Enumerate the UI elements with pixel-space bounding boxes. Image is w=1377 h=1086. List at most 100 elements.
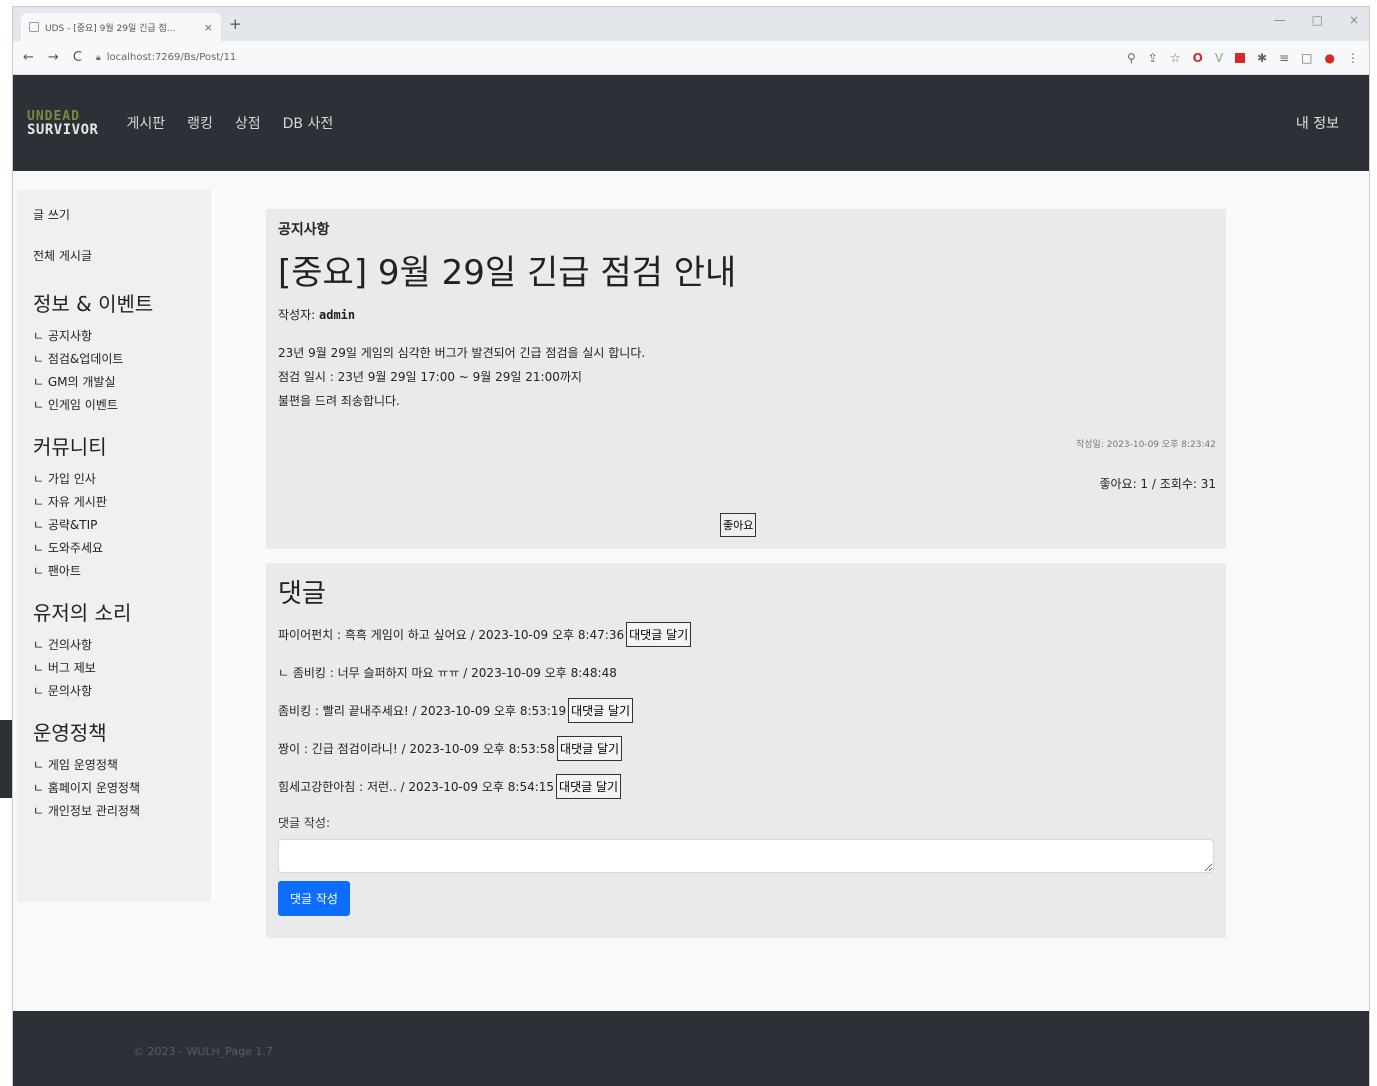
sidebar-group-community: 커뮤니티 ㄴ 가입 인사 ㄴ 자유 게시판 ㄴ 공략&TIP ㄴ 도와주세요 ㄴ… — [33, 431, 195, 579]
maximize-icon[interactable]: □ — [1312, 13, 1323, 27]
close-window-icon[interactable]: × — [1349, 13, 1359, 27]
post-body-line: 23년 9월 29일 게임의 심각한 버그가 발견되어 긴급 점검을 실시 합니… — [278, 346, 646, 360]
comment-row: 좀비킹 : 빨리 끝내주세요! / 2023-10-09 오후 8:53:19 … — [278, 696, 1214, 724]
zoom-icon[interactable]: ⚲ — [1127, 51, 1136, 65]
comment-row: 짱이 : 긴급 점검이라니! / 2023-10-09 오후 8:53:58 대… — [278, 734, 1214, 762]
sidebar-item-notice[interactable]: ㄴ 공지사항 — [33, 327, 195, 344]
logo-bottom-text: SURVIVOR — [27, 121, 99, 138]
address-bar-row: ← → C 🔒︎ localhost:7269/Bs/Post/11 ⚲ ⇪ ☆… — [13, 41, 1369, 75]
tab-bar: UDS - [중요] 9월 29일 긴급 점... × + — □ × — [13, 7, 1369, 41]
sidebar-item-greeting[interactable]: ㄴ 가입 인사 — [33, 470, 195, 487]
comment-text: 힘세고강한아침 : 저런.. / 2023-10-09 오후 8:54:15 — [278, 779, 555, 794]
profile-avatar-icon[interactable]: ● — [1325, 51, 1335, 65]
sidebar-item-homepage-policy[interactable]: ㄴ 홈페이지 운영정책 — [33, 779, 195, 796]
more-menu-icon[interactable]: ⋮ — [1347, 51, 1359, 65]
sidebar-item-suggestion[interactable]: ㄴ 건의사항 — [33, 636, 195, 653]
post-stats: 좋아요: 1 / 조회수: 31 — [1099, 477, 1216, 491]
sidebar-item-ingame-event[interactable]: ㄴ 인게임 이벤트 — [33, 396, 195, 413]
lock-icon: 🔒︎ — [95, 52, 101, 63]
sidebar-item-gm-lab[interactable]: ㄴ GM의 개발실 — [33, 373, 195, 390]
sidebar-item-help[interactable]: ㄴ 도와주세요 — [33, 539, 195, 556]
comments-title: 댓글 — [278, 579, 326, 609]
url-text: localhost:7269/Bs/Post/11 — [106, 52, 237, 63]
share-icon[interactable]: ⇪ — [1148, 51, 1158, 65]
comment-text: ㄴ 좀비킹 : 너무 슬퍼하지 마요 ㅠㅠ / 2023-10-09 오후 8:… — [278, 665, 617, 680]
post-title: [중요] 9월 29일 긴급 점검 안내 — [278, 253, 737, 293]
post-panel: 공지사항 [중요] 9월 29일 긴급 점검 안내 작성자: admin 23년… — [266, 209, 1226, 549]
site-logo[interactable]: UNDEAD SURVIVOR — [27, 110, 98, 137]
nav-board[interactable]: 게시판 — [126, 113, 165, 133]
site-header: UNDEAD SURVIVOR 게시판 랭킹 상점 DB 사전 내 정보 — [13, 75, 1369, 171]
sidebar-item-fanart[interactable]: ㄴ 팬아트 — [33, 562, 195, 579]
post-body-line: 불편을 드려 죄송합니다. — [278, 394, 400, 408]
sidebar-group-title: 운영정책 — [33, 721, 107, 745]
logo-top-text: UNDEAD — [27, 108, 80, 124]
extensions-toolbar: ⚲ ⇪ ☆ O V ✱ ≡ □ ● ⋮ — [1127, 51, 1359, 65]
post-author: 작성자: admin — [278, 306, 1214, 323]
window-controls: — □ × — [1274, 13, 1359, 27]
reply-button[interactable]: 대댓글 달기 — [568, 697, 634, 723]
reload-icon[interactable]: C — [73, 50, 82, 65]
red-extension-icon[interactable] — [1235, 52, 1246, 63]
comment-row: 파이어펀치 : 흑흑 게임이 하고 싶어요 / 2023-10-09 오후 8:… — [278, 620, 1214, 648]
top-navigation: 게시판 랭킹 상점 DB 사전 — [126, 113, 333, 133]
submit-comment-button[interactable]: 댓글 작성 — [278, 881, 350, 916]
comment-row: 힘세고강한아침 : 저런.. / 2023-10-09 오후 8:54:15 대… — [278, 772, 1214, 800]
menu-list-icon[interactable]: ≡ — [1279, 51, 1289, 65]
comment-text: 짱이 : 긴급 점검이라니! / 2023-10-09 오후 8:53:58 — [278, 741, 556, 756]
sidebar-group-title: 커뮤니티 — [33, 435, 107, 459]
sidebar-item-privacy-policy[interactable]: ㄴ 개인정보 관리정책 — [33, 802, 195, 819]
new-tab-button[interactable]: + — [229, 15, 242, 33]
favicon-icon — [29, 22, 39, 32]
background-edge — [0, 720, 12, 798]
my-info-link[interactable]: 내 정보 — [1296, 113, 1339, 133]
sidebar-group-title: 정보 & 이벤트 — [33, 292, 154, 316]
comment-write-label: 댓글 작성: — [278, 816, 331, 830]
author-label: 작성자: — [278, 308, 316, 322]
sidebar-item-free-board[interactable]: ㄴ 자유 게시판 — [33, 493, 195, 510]
forward-icon[interactable]: → — [48, 50, 59, 65]
comment-input[interactable] — [278, 839, 1214, 873]
sidebar: 글 쓰기 전체 게시글 정보 & 이벤트 ㄴ 공지사항 ㄴ 점검&업데이트 ㄴ … — [17, 190, 211, 902]
reply-button[interactable]: 대댓글 달기 — [557, 735, 623, 761]
sidebar-item-maintenance[interactable]: ㄴ 점검&업데이트 — [33, 350, 195, 367]
nav-ranking[interactable]: 랭킹 — [187, 113, 213, 133]
sidebar-group-title: 유저의 소리 — [33, 601, 132, 625]
all-posts-link[interactable]: 전체 게시글 — [33, 247, 195, 264]
sidebar-group-policy: 운영정책 ㄴ 게임 운영정책 ㄴ 홈페이지 운영정책 ㄴ 개인정보 관리정책 — [33, 717, 195, 819]
reply-button[interactable]: 대댓글 달기 — [556, 773, 622, 799]
sidebar-item-inquiry[interactable]: ㄴ 문의사항 — [33, 682, 195, 699]
reply-button[interactable]: 대댓글 달기 — [626, 621, 692, 647]
post-body-line: 점검 일시 : 23년 9월 29일 17:00 ~ 9월 29일 21:00까… — [278, 370, 582, 384]
like-button[interactable]: 좋아요 — [720, 513, 757, 537]
author-name: admin — [319, 308, 356, 322]
puzzle-extension-icon[interactable]: ✱ — [1257, 51, 1267, 65]
comment-reply-row: ㄴ 좀비킹 : 너무 슬퍼하지 마요 ㅠㅠ / 2023-10-09 오후 8:… — [278, 658, 1214, 686]
sidebar-item-bug-report[interactable]: ㄴ 버그 제보 — [33, 659, 195, 676]
address-bar[interactable]: 🔒︎ localhost:7269/Bs/Post/11 — [96, 52, 1113, 63]
browser-window: UDS - [중요] 9월 29일 긴급 점... × + — □ × ← → … — [12, 6, 1370, 1086]
sidebar-item-tips[interactable]: ㄴ 공략&TIP — [33, 516, 195, 533]
sidebar-item-game-policy[interactable]: ㄴ 게임 운영정책 — [33, 756, 195, 773]
post-body: 23년 9월 29일 게임의 심각한 버그가 발견되어 긴급 점검을 실시 합니… — [278, 341, 1214, 413]
post-category: 공지사항 — [278, 222, 330, 238]
comments-panel: 댓글 파이어펀치 : 흑흑 게임이 하고 싶어요 / 2023-10-09 오후… — [266, 563, 1226, 938]
comment-text: 좀비킹 : 빨리 끝내주세요! / 2023-10-09 오후 8:53:19 — [278, 703, 567, 718]
site-footer: © 2023 - WULH_Page 1.7 — [13, 1011, 1369, 1086]
sidebar-group-info-events: 정보 & 이벤트 ㄴ 공지사항 ㄴ 점검&업데이트 ㄴ GM의 개발실 ㄴ 인게… — [33, 288, 195, 413]
footer-text: © 2023 - WULH_Page 1.7 — [133, 1045, 273, 1058]
post-date: 작성일: 2023-10-09 오후 8:23:42 — [1075, 440, 1216, 450]
minimize-icon[interactable]: — — [1274, 13, 1286, 27]
nav-shop[interactable]: 상점 — [235, 113, 261, 133]
opera-extension-icon[interactable]: O — [1193, 51, 1203, 65]
tab-title: UDS - [중요] 9월 29일 긴급 점... — [45, 23, 176, 34]
back-icon[interactable]: ← — [23, 50, 34, 65]
sidepanel-icon[interactable]: □ — [1301, 51, 1312, 65]
close-tab-icon[interactable]: × — [204, 21, 213, 34]
bookmark-star-icon[interactable]: ☆ — [1170, 51, 1181, 65]
sidebar-group-user-voice: 유저의 소리 ㄴ 건의사항 ㄴ 버그 제보 ㄴ 문의사항 — [33, 597, 195, 699]
write-post-link[interactable]: 글 쓰기 — [33, 206, 195, 223]
vue-extension-icon[interactable]: V — [1215, 51, 1223, 65]
nav-db-dictionary[interactable]: DB 사전 — [283, 113, 334, 133]
browser-tab[interactable]: UDS - [중요] 9월 29일 긴급 점... × — [21, 13, 221, 41]
